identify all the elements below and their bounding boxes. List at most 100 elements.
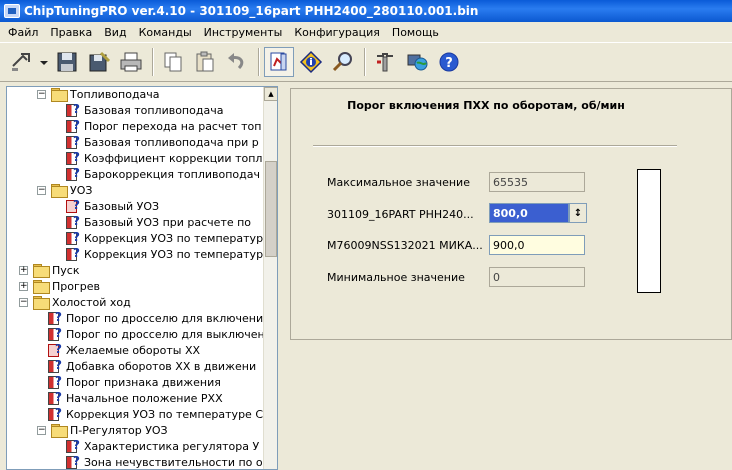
tree-scrollbar[interactable]: ▲	[263, 87, 277, 469]
calibration-table-icon	[47, 406, 63, 422]
tree-item[interactable]: Коррекция УОЗ по температур	[65, 246, 263, 262]
open-dropdown-button[interactable]	[38, 47, 50, 77]
tree-item-label: Добавка оборотов ХХ в движени	[66, 359, 257, 373]
pane-splitter[interactable]	[278, 86, 286, 470]
tree-item[interactable]: Барокоррекция топливоподач	[65, 166, 260, 182]
parameter-panel: Порог включения ПХХ по оборотам, об/мин …	[290, 88, 732, 340]
tree-folder[interactable]: Холостой ход	[33, 294, 131, 310]
undo-icon	[228, 53, 244, 70]
tree-collapse-toggle[interactable]: −	[19, 298, 28, 307]
tree-item[interactable]: Базовый УОЗ	[65, 198, 159, 214]
tree-folder[interactable]: Пуск	[33, 262, 79, 278]
scroll-thumb[interactable]	[265, 161, 277, 257]
globe-button[interactable]	[402, 47, 432, 77]
paste-button[interactable]	[190, 47, 220, 77]
tree-folder[interactable]: П-Регулятор УОЗ	[51, 422, 168, 438]
tree-item-label: Зона нечувствительности по о	[84, 455, 263, 469]
info-button[interactable]	[296, 47, 326, 77]
print-icon	[120, 52, 142, 72]
menu-edit[interactable]: Правка	[44, 26, 98, 39]
tree-item-label: Базовый УОЗ	[84, 199, 160, 213]
tree-item-label: Порог по дросселю для выключен	[66, 327, 265, 341]
table-view-button[interactable]	[264, 47, 294, 77]
undo-button[interactable]	[222, 47, 252, 77]
divider	[313, 145, 677, 147]
calibration-table-icon	[65, 214, 81, 230]
value-spinner[interactable]: ↕	[569, 203, 587, 223]
tree-folder[interactable]: Прогрев	[33, 278, 100, 294]
tree-item[interactable]: Зона нечувствительности по о	[65, 454, 263, 469]
tree-item[interactable]: Коррекция УОЗ по температур	[65, 230, 263, 246]
tree-item-label: Пуск	[52, 263, 80, 277]
table-view-icon	[270, 52, 287, 71]
tools-button[interactable]	[370, 47, 400, 77]
tree-item[interactable]: Порог по дросселю для выключен	[47, 326, 265, 342]
tree-expand-toggle[interactable]: +	[19, 282, 28, 291]
tree-collapse-toggle[interactable]: −	[37, 90, 46, 99]
calibration-table-icon	[65, 230, 81, 246]
tree-item-label: Базовый УОЗ при расчете по	[84, 215, 252, 229]
calibration-table-icon	[65, 166, 81, 182]
save-button[interactable]	[52, 47, 82, 77]
max-value-label: Максимальное значение	[327, 176, 470, 189]
calibration-table-icon	[47, 390, 63, 406]
tree-collapse-toggle[interactable]: −	[37, 426, 46, 435]
open-button[interactable]	[6, 47, 36, 77]
calibration-table-icon	[65, 454, 81, 469]
help-button[interactable]: ?	[434, 47, 464, 77]
menu-help[interactable]: Помощь	[386, 26, 445, 39]
tree-item-label: Коррекция УОЗ по температур	[84, 247, 264, 261]
tree-folder[interactable]: УОЗ	[51, 182, 92, 198]
menu-file[interactable]: Файл	[2, 26, 44, 39]
folder-icon	[51, 424, 68, 438]
scroll-up-arrow-icon[interactable]: ▲	[264, 87, 277, 101]
tree-item[interactable]: Желаемые обороты ХХ	[47, 342, 200, 358]
tree-item[interactable]: Базовый УОЗ при расчете по	[65, 214, 251, 230]
search-icon	[332, 52, 352, 72]
tree-item[interactable]: Коэффициент коррекции топл	[65, 150, 262, 166]
tree-item[interactable]: Добавка оборотов ХХ в движени	[47, 358, 256, 374]
tree-item-label: УОЗ	[70, 183, 93, 197]
spinner-arrows-icon: ↕	[573, 207, 583, 219]
copy-button[interactable]	[158, 47, 188, 77]
tree-collapse-toggle[interactable]: −	[37, 186, 46, 195]
menu-bar: Файл Правка Вид Команды Инструменты Конф…	[0, 22, 732, 42]
calibration-table-icon	[65, 102, 81, 118]
dropdown-arrow-icon	[40, 61, 48, 65]
file1-label: 301109_16PART PHH240...	[327, 208, 474, 221]
tree-item-label: Холостой ход	[52, 295, 131, 309]
tree-folder[interactable]: Топливоподача	[51, 87, 160, 102]
menu-tools[interactable]: Инструменты	[198, 26, 289, 39]
tree-item[interactable]: Порог перехода на расчет топ	[65, 118, 261, 134]
print-button[interactable]	[116, 47, 146, 77]
tree-item[interactable]: Базовая топливоподача при р	[65, 134, 259, 150]
tree-item[interactable]: Коррекция УОЗ по температуре С	[47, 406, 263, 422]
calibration-table-icon	[47, 374, 63, 390]
tools-icon	[377, 53, 393, 72]
calibration-table-icon	[47, 358, 63, 374]
tree-item[interactable]: Базовая топливоподача	[65, 102, 223, 118]
tree-item[interactable]: Характеристика регулятора У	[65, 438, 259, 454]
save-as-button[interactable]	[84, 47, 114, 77]
value-level-bar	[637, 169, 661, 293]
menu-configuration[interactable]: Конфигурация	[288, 26, 386, 39]
tree-item-label: Желаемые обороты ХХ	[66, 343, 201, 357]
file1-value-input[interactable]: 800,0	[489, 203, 569, 223]
tree-item[interactable]: Порог по дросселю для включени	[47, 310, 263, 326]
file2-value-input[interactable]: 900,0	[489, 235, 585, 255]
tree-item-label: Начальное положение РХХ	[66, 391, 223, 405]
tree-item[interactable]: Начальное положение РХХ	[47, 390, 223, 406]
map-tree[interactable]: − Топливоподача Базовая топливоподача Порог…	[6, 86, 278, 470]
menu-view[interactable]: Вид	[98, 26, 132, 39]
tree-item-label: Прогрев	[52, 279, 100, 293]
tree-item-label: Коррекция УОЗ по температур	[84, 231, 264, 245]
calibration-table-icon	[47, 342, 63, 358]
tree-item-label: Коррекция УОЗ по температуре С	[66, 407, 263, 421]
tree-item-label: Порог перехода на расчет топ	[84, 119, 262, 133]
tree-item-label: Барокоррекция топливоподач	[84, 167, 260, 181]
tree-item[interactable]: Порог признака движения	[47, 374, 221, 390]
paste-icon	[196, 51, 214, 72]
search-button[interactable]	[328, 47, 358, 77]
menu-commands[interactable]: Команды	[133, 26, 198, 39]
tree-expand-toggle[interactable]: +	[19, 266, 28, 275]
